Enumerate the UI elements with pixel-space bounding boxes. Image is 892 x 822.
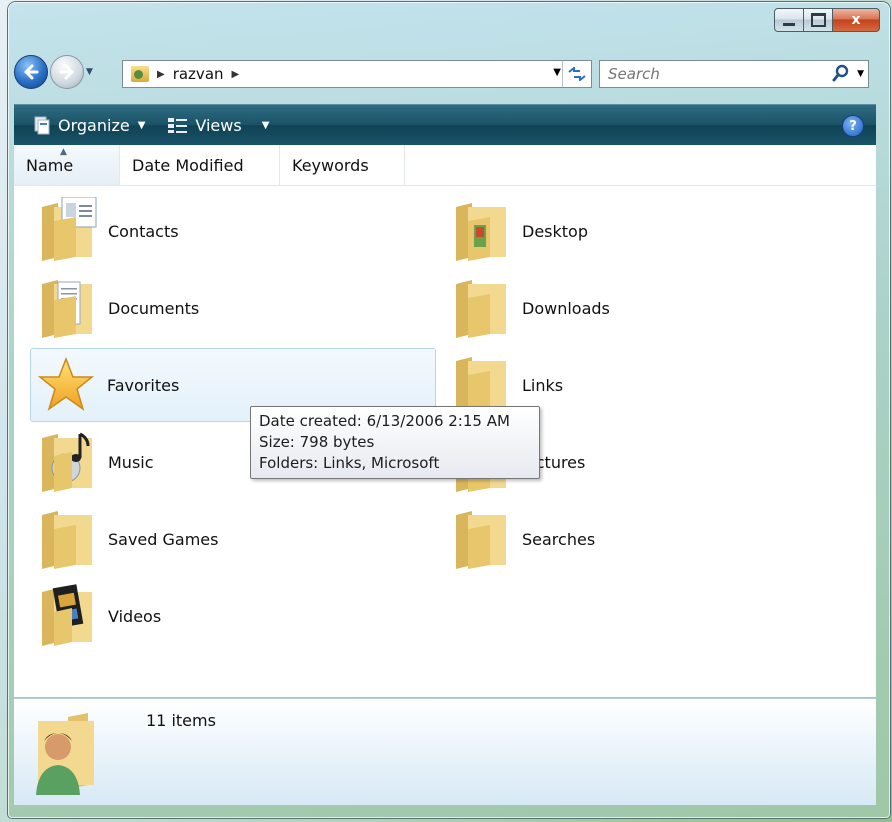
command-bar: Organize ▼ Views ▼ ? xyxy=(14,104,876,145)
refresh-button[interactable] xyxy=(562,61,591,87)
close-button[interactable]: x xyxy=(833,8,880,32)
tooltip-folders: Folders: Links, Microsoft xyxy=(259,454,440,472)
list-item-documents[interactable]: Documents xyxy=(32,272,432,344)
column-headers: ▲ Name Date Modified Keywords xyxy=(14,145,876,186)
item-label: Saved Games xyxy=(108,529,219,549)
back-button[interactable] xyxy=(14,55,48,89)
item-label: Documents xyxy=(108,298,200,318)
item-label: Links xyxy=(522,375,564,395)
list-item-videos[interactable]: Videos xyxy=(32,580,432,652)
item-label: Downloads xyxy=(522,298,610,318)
music-folder-icon xyxy=(36,428,98,496)
column-header-name[interactable]: ▲ Name xyxy=(14,145,120,185)
organize-icon xyxy=(34,116,50,135)
minimize-button[interactable] xyxy=(774,8,804,32)
minimize-icon xyxy=(783,22,795,26)
breadcrumb-chevron-icon[interactable]: ▶ xyxy=(232,69,240,80)
caption-buttons: x xyxy=(774,8,880,32)
back-arrow-icon xyxy=(24,64,39,80)
views-button[interactable]: Views ▼ xyxy=(167,116,269,135)
item-label: Videos xyxy=(108,606,162,626)
item-tooltip: Date created: 6/13/2006 2:15 AM Size: 79… xyxy=(250,406,540,479)
user-folder-icon xyxy=(131,66,149,82)
search-input[interactable] xyxy=(600,64,810,84)
organize-button[interactable]: Organize ▼ xyxy=(32,115,145,135)
searches-folder-icon xyxy=(450,505,512,573)
list-item-searches[interactable]: Searches xyxy=(446,503,846,575)
forward-arrow-icon xyxy=(59,64,74,80)
tooltip-size: Size: 798 bytes xyxy=(259,433,375,451)
downloads-folder-icon xyxy=(450,274,512,342)
address-dropdown-icon[interactable]: ▼ xyxy=(553,67,561,78)
column-header-date-modified[interactable]: Date Modified xyxy=(120,145,280,185)
search-options-dropdown-icon[interactable]: ▼ xyxy=(857,69,864,79)
organize-dropdown-icon: ▼ xyxy=(137,119,146,131)
address-bar[interactable]: ▶ razvan ▶ ▼ xyxy=(122,60,592,88)
recent-pages-dropdown[interactable]: ▼ xyxy=(86,63,96,81)
organize-label: Organize xyxy=(58,115,130,135)
forward-button[interactable] xyxy=(50,55,84,89)
list-item-saved-games[interactable]: Saved Games xyxy=(32,503,432,575)
views-label: Views xyxy=(195,115,242,135)
list-item-downloads[interactable]: Downloads xyxy=(446,272,846,344)
maximize-button[interactable] xyxy=(804,8,833,32)
user-folder-avatar-icon xyxy=(36,713,94,795)
navigation-buttons: ▼ xyxy=(14,55,96,89)
views-dropdown-icon: ▼ xyxy=(261,119,270,131)
desktop-folder-icon xyxy=(450,197,512,265)
item-label: Searches xyxy=(522,529,596,549)
saved-games-folder-icon xyxy=(36,505,98,573)
views-icon xyxy=(168,118,188,133)
breadcrumb-chevron-icon[interactable]: ▶ xyxy=(157,69,165,80)
documents-folder-icon xyxy=(36,274,98,342)
videos-folder-icon xyxy=(36,582,98,650)
item-label: Contacts xyxy=(108,221,179,241)
maximize-icon xyxy=(810,13,826,27)
item-label: Favorites xyxy=(107,375,180,395)
details-pane: 11 items xyxy=(14,698,876,805)
column-header-label: Date Modified xyxy=(132,155,244,175)
search-icon[interactable] xyxy=(832,64,850,82)
column-header-label: Keywords xyxy=(292,155,369,175)
refresh-icon xyxy=(568,67,586,81)
help-button[interactable]: ? xyxy=(842,115,864,137)
favorites-star-icon xyxy=(35,351,97,419)
tooltip-date-created: Date created: 6/13/2006 2:15 AM xyxy=(259,412,510,430)
list-item-desktop[interactable]: Desktop xyxy=(446,195,846,267)
item-count: 11 items xyxy=(146,711,216,730)
item-label: Desktop xyxy=(522,221,588,241)
item-label: Music xyxy=(108,452,154,472)
column-header-keywords[interactable]: Keywords xyxy=(280,145,405,185)
list-item-contacts[interactable]: Contacts xyxy=(32,195,432,267)
column-header-label: Name xyxy=(26,155,74,175)
search-box[interactable]: ▼ xyxy=(599,60,869,88)
breadcrumb-razvan[interactable]: razvan xyxy=(173,65,224,83)
sort-ascending-icon: ▲ xyxy=(60,147,67,157)
contacts-folder-icon xyxy=(36,196,98,265)
